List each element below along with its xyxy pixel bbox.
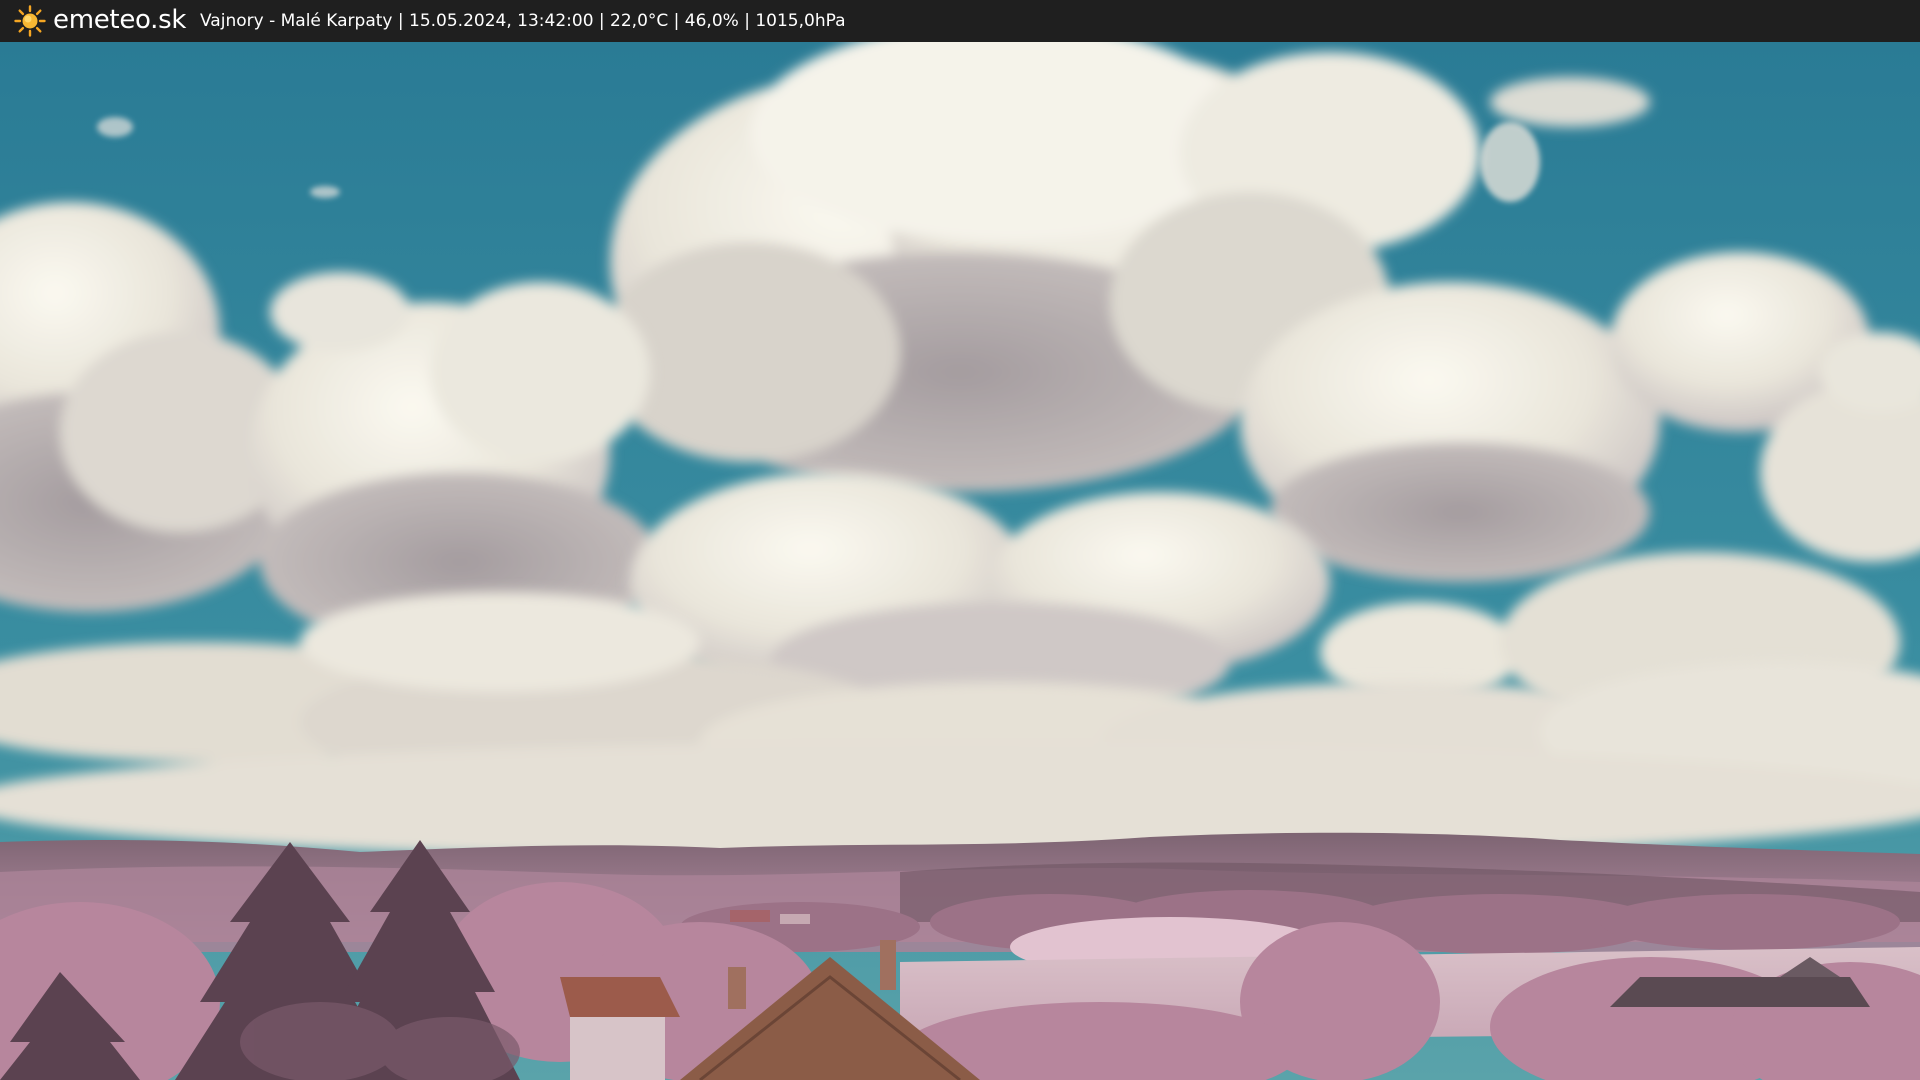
station-info-line: Vajnory - Malé Karpaty | 15.05.2024, 13:… — [200, 11, 846, 31]
site-logo-text: emeteo.sk — [53, 5, 187, 35]
webcam-image — [0, 42, 1920, 1080]
sun-icon — [14, 5, 46, 37]
webcam-view: emeteo.sk Vajnory - Malé Karpaty | 15.05… — [0, 0, 1920, 1080]
title-bar: emeteo.sk Vajnory - Malé Karpaty | 15.05… — [0, 0, 1920, 42]
